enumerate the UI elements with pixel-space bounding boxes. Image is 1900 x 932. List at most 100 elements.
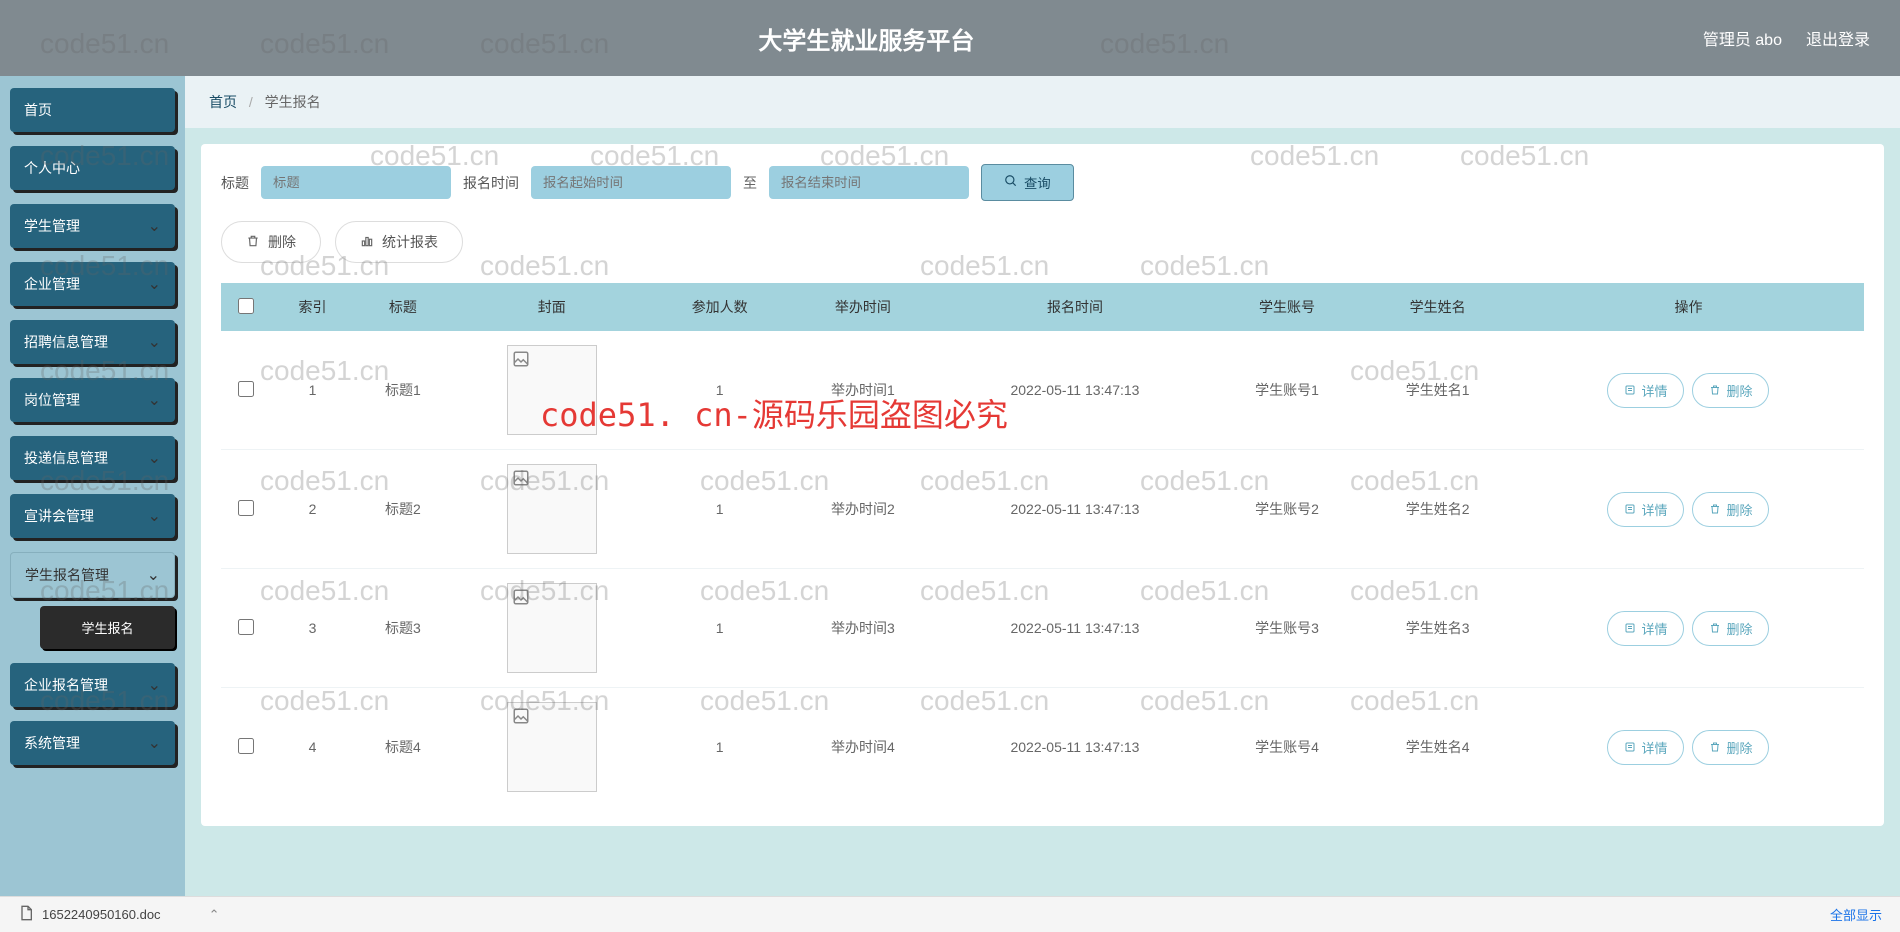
sidebar-item[interactable]: 系统管理 [10,721,175,765]
chevron-up-icon[interactable]: ⌃ [209,907,220,923]
cell-hold: 举办时间4 [788,688,939,807]
report-button-label: 统计报表 [382,232,438,252]
cell-account: 学生账号4 [1212,688,1363,807]
row-delete-button[interactable]: 删除 [1692,492,1769,527]
trash-icon [246,234,260,251]
row-delete-button[interactable]: 删除 [1692,373,1769,408]
admin-label[interactable]: 管理员 abo [1703,26,1782,50]
cover-thumbnail [507,345,597,435]
sidebar-item-label: 首页 [24,100,52,120]
sidebar-item[interactable]: 个人中心 [10,146,175,190]
search-title-input[interactable] [261,166,451,199]
table-header: 举办时间 [788,283,939,331]
row-checkbox[interactable] [238,500,254,516]
row-checkbox[interactable] [238,381,254,397]
show-all-link[interactable]: 全部显示 [1830,905,1882,924]
select-all-checkbox[interactable] [238,298,254,314]
cover-thumbnail [507,583,597,673]
sidebar-item-label: 投递信息管理 [24,448,108,468]
detail-button[interactable]: 详情 [1607,373,1684,408]
cell-title: 标题2 [354,450,452,569]
search-button-label: 查询 [1024,173,1051,192]
cell-hold: 举办时间2 [788,450,939,569]
table-row: 3标题31举办时间32022-05-11 13:47:13学生账号3学生姓名3 … [221,569,1864,688]
breadcrumb-home[interactable]: 首页 [209,94,237,110]
main-content: 首页 / 学生报名 标题 报名时间 至 查询 [185,76,1900,932]
cell-title: 标题3 [354,569,452,688]
cell-actions: 详情 删除 [1513,331,1864,450]
report-button[interactable]: 统计报表 [335,221,463,263]
sidebar-item-label: 招聘信息管理 [24,332,108,352]
sidebar-item[interactable]: 企业管理 [10,262,175,306]
detail-button[interactable]: 详情 [1607,492,1684,527]
search-time-label: 报名时间 [463,173,519,193]
cell-cover [452,688,652,807]
table-row: 2标题21举办时间22022-05-11 13:47:13学生账号2学生姓名2 … [221,450,1864,569]
cell-name: 学生姓名2 [1362,450,1513,569]
cell-count: 1 [652,331,788,450]
table-header: 操作 [1513,283,1864,331]
action-bar: 删除 统计报表 [221,221,1864,263]
cell-name: 学生姓名1 [1362,331,1513,450]
cover-thumbnail [507,464,597,554]
data-table: 索引标题封面参加人数举办时间报名时间学生账号学生姓名操作 1标题11举办时间12… [221,283,1864,806]
download-filename: 1652240950160.doc [42,907,161,922]
cell-signup: 2022-05-11 13:47:13 [938,331,1212,450]
search-bar: 标题 报名时间 至 查询 [221,164,1864,201]
detail-button[interactable]: 详情 [1607,611,1684,646]
sidebar-item[interactable]: 企业报名管理 [10,663,175,707]
sidebar-item-label: 学生管理 [24,216,80,236]
date-from-input[interactable] [531,166,731,199]
cell-name: 学生姓名4 [1362,688,1513,807]
search-button[interactable]: 查询 [981,164,1074,201]
file-icon [18,905,34,924]
logout-link[interactable]: 退出登录 [1806,26,1870,50]
sidebar-item-label: 系统管理 [24,733,80,753]
chart-icon [360,234,374,251]
cell-actions: 详情 删除 [1513,569,1864,688]
cell-account: 学生账号1 [1212,331,1363,450]
sidebar-item-label: 企业报名管理 [24,675,108,695]
cell-actions: 详情 删除 [1513,688,1864,807]
cell-index: 4 [271,688,354,807]
cell-signup: 2022-05-11 13:47:13 [938,450,1212,569]
cell-actions: 详情 删除 [1513,450,1864,569]
sidebar-item[interactable]: 招聘信息管理 [10,320,175,364]
delete-button[interactable]: 删除 [221,221,321,263]
search-icon [1004,174,1018,191]
cell-hold: 举办时间1 [788,331,939,450]
row-delete-button[interactable]: 删除 [1692,611,1769,646]
app-title: 大学生就业服务平台 [30,21,1703,56]
sidebar-item[interactable]: 学生管理 [10,204,175,248]
breadcrumb: 首页 / 学生报名 [185,76,1900,128]
cell-index: 1 [271,331,354,450]
date-to-input[interactable] [769,166,969,199]
row-checkbox[interactable] [238,619,254,635]
sidebar-item[interactable]: 岗位管理 [10,378,175,422]
cell-title: 标题4 [354,688,452,807]
sidebar-submenu-item[interactable]: 学生报名 [40,606,175,649]
sidebar-item[interactable]: 投递信息管理 [10,436,175,480]
sidebar: 首页个人中心学生管理企业管理招聘信息管理岗位管理投递信息管理宣讲会管理学生报名管… [0,76,185,932]
sidebar-item[interactable]: 首页 [10,88,175,132]
table-row: 1标题11举办时间12022-05-11 13:47:13学生账号1学生姓名1 … [221,331,1864,450]
sidebar-item[interactable]: 宣讲会管理 [10,494,175,538]
table-header: 报名时间 [938,283,1212,331]
sidebar-item-label: 宣讲会管理 [24,506,94,526]
cell-count: 1 [652,450,788,569]
sidebar-item[interactable]: 学生报名管理 [10,552,175,598]
cell-title: 标题1 [354,331,452,450]
download-bar: 1652240950160.doc ⌃ 全部显示 [0,896,1900,932]
download-file[interactable]: 1652240950160.doc ⌃ [18,905,219,924]
detail-button[interactable]: 详情 [1607,730,1684,765]
table-header: 学生账号 [1212,283,1363,331]
row-checkbox[interactable] [238,738,254,754]
date-to-separator: 至 [743,173,757,193]
sidebar-item-label: 企业管理 [24,274,80,294]
cell-cover [452,450,652,569]
cell-name: 学生姓名3 [1362,569,1513,688]
sidebar-item-label: 个人中心 [24,158,80,178]
row-delete-button[interactable]: 删除 [1692,730,1769,765]
cell-count: 1 [652,688,788,807]
table-header: 标题 [354,283,452,331]
